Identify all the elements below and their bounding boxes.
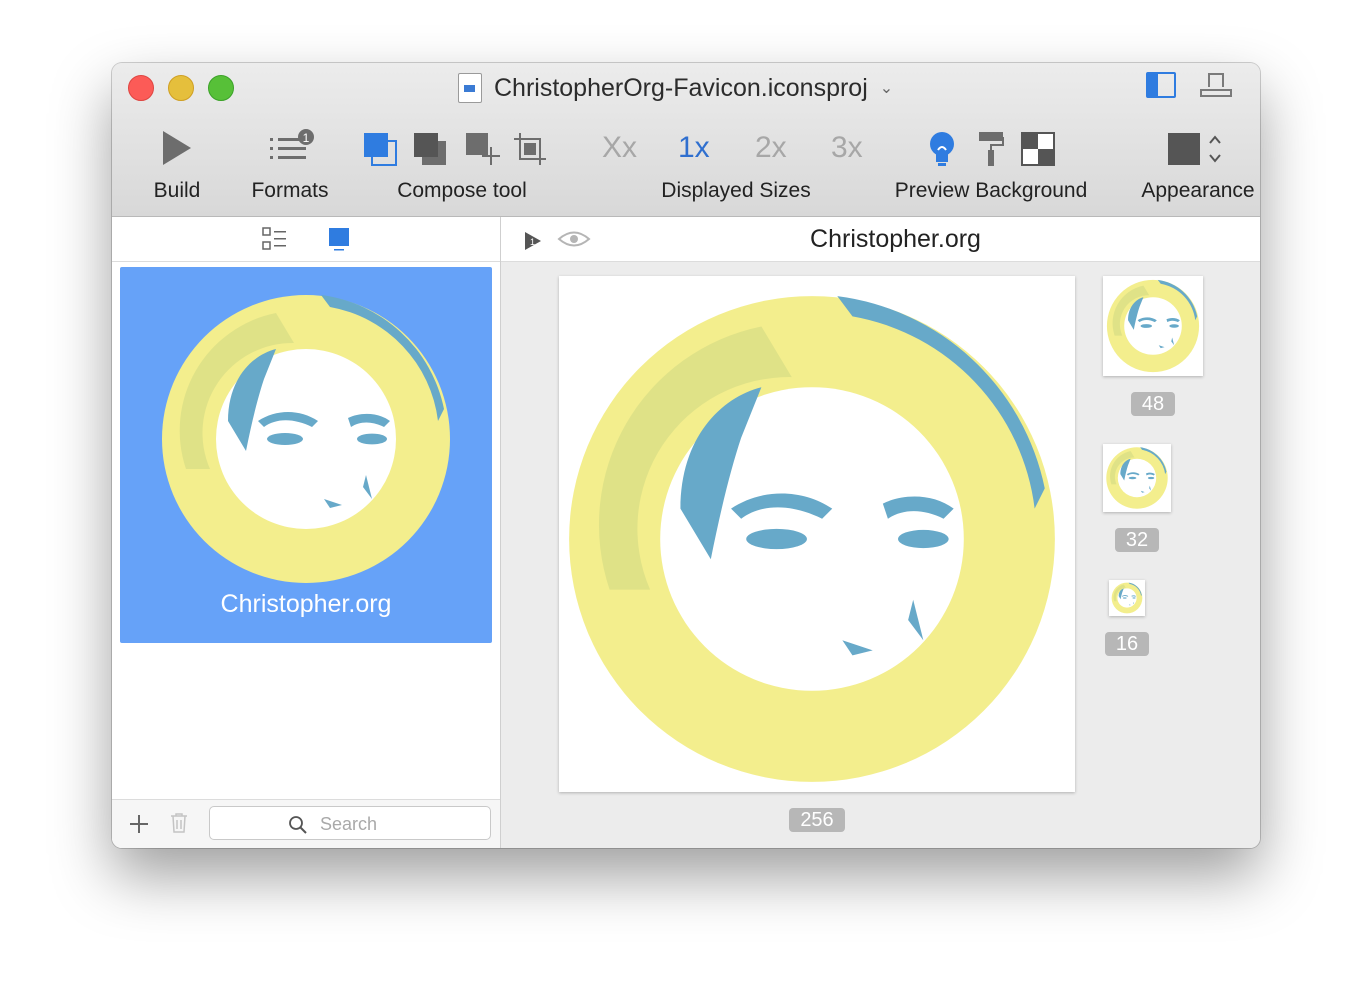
search-icon <box>289 816 307 834</box>
chevron-down-icon: ⌄ <box>879 80 894 97</box>
size-1x-button[interactable]: 1x <box>678 131 710 165</box>
preview-16[interactable] <box>1109 580 1145 616</box>
icon-set-card-selected[interactable]: Christopher.org <box>120 267 492 643</box>
editor-header: 1 Christopher.org <box>501 217 1260 262</box>
play-icon <box>163 131 191 165</box>
displayed-sizes-label: Displayed Sizes <box>661 179 811 202</box>
compose-tool-label: Compose tool <box>397 179 527 202</box>
formats-button[interactable]: 1 Formats <box>240 123 340 213</box>
add-icon[interactable] <box>128 813 150 835</box>
size-badge-16: 16 <box>1105 632 1149 656</box>
search-placeholder: Search <box>320 814 378 834</box>
trash-icon[interactable] <box>169 812 189 834</box>
window-title-area[interactable]: ChristopherOrg-Favicon.iconsproj ⌄ <box>458 71 893 105</box>
window-title: ChristopherOrg-Favicon.iconsproj <box>494 73 868 102</box>
displayed-sizes-group: Xx 1x 2x 3x Displayed Sizes <box>600 123 872 213</box>
size-2x-button[interactable]: 2x <box>755 131 787 165</box>
sidebar-header <box>112 217 500 262</box>
christopher-icon-preview-16 <box>1111 582 1143 614</box>
list-view-icon[interactable] <box>262 227 288 251</box>
appearance-popup[interactable]: Appearance <box>1128 123 1260 213</box>
size-3x-button[interactable]: 3x <box>831 131 863 165</box>
size-xx-button[interactable]: Xx <box>602 131 637 165</box>
christopher-icon-preview-32 <box>1105 446 1169 510</box>
appearance-label: Appearance <box>1141 179 1255 202</box>
search-field[interactable]: Search <box>209 806 491 840</box>
lightbulb-icon[interactable] <box>926 129 958 169</box>
minimize-window-button[interactable] <box>168 75 194 101</box>
compose-crop-icon[interactable] <box>512 129 548 169</box>
size-badge-256: 256 <box>789 808 845 832</box>
build-label: Build <box>153 179 201 202</box>
christopher-icon-preview-48 <box>1105 278 1201 374</box>
sidebar-footer: Search <box>112 799 500 848</box>
editor-title: Christopher.org <box>810 225 981 253</box>
build-button[interactable]: Build <box>132 123 222 213</box>
preview-background-label: Preview Background <box>894 179 1088 202</box>
preview-256[interactable] <box>559 276 1075 792</box>
document-icon <box>458 73 482 103</box>
grid-view-icon[interactable] <box>328 227 350 251</box>
close-window-button[interactable] <box>128 75 154 101</box>
formats-list-icon: 1 <box>270 129 314 159</box>
size-badge-32: 32 <box>1115 528 1159 552</box>
toolbar: Build 1 Formats Compose tool Xx 1x 2x 3x… <box>112 123 1260 213</box>
zoom-window-button[interactable] <box>208 75 234 101</box>
preview-48[interactable] <box>1103 276 1203 376</box>
compose-subtract-icon[interactable] <box>412 129 448 169</box>
preview-canvas: 256 48 32 16 <box>501 262 1260 848</box>
christopher-icon-preview-256 <box>559 286 1065 792</box>
size-badge-48: 48 <box>1131 392 1175 416</box>
formats-label: Formats <box>251 179 329 202</box>
compose-add-icon[interactable] <box>464 129 500 169</box>
preview-background-group: Preview Background <box>876 123 1106 213</box>
toggle-inspector-icon[interactable] <box>1200 73 1232 99</box>
paint-roller-icon[interactable] <box>976 129 1006 169</box>
compose-tool-group: Compose tool <box>360 123 564 213</box>
formats-badge: 1 <box>303 131 310 145</box>
christopher-icon-thumbnail <box>156 289 456 589</box>
checkerboard-icon[interactable] <box>1020 129 1056 169</box>
icon-set-name: Christopher.org <box>220 590 392 618</box>
sidebar: Christopher.org Search <box>112 217 501 848</box>
toggle-sidebar-icon[interactable] <box>1146 72 1176 98</box>
title-bar: ChristopherOrg-Favicon.iconsproj ⌄ Build <box>112 63 1260 217</box>
preview-32[interactable] <box>1103 444 1171 512</box>
app-window: ChristopherOrg-Favicon.iconsproj ⌄ Build <box>112 63 1260 848</box>
compose-union-icon[interactable] <box>362 129 398 169</box>
appearance-swatch-icon <box>1168 133 1221 165</box>
